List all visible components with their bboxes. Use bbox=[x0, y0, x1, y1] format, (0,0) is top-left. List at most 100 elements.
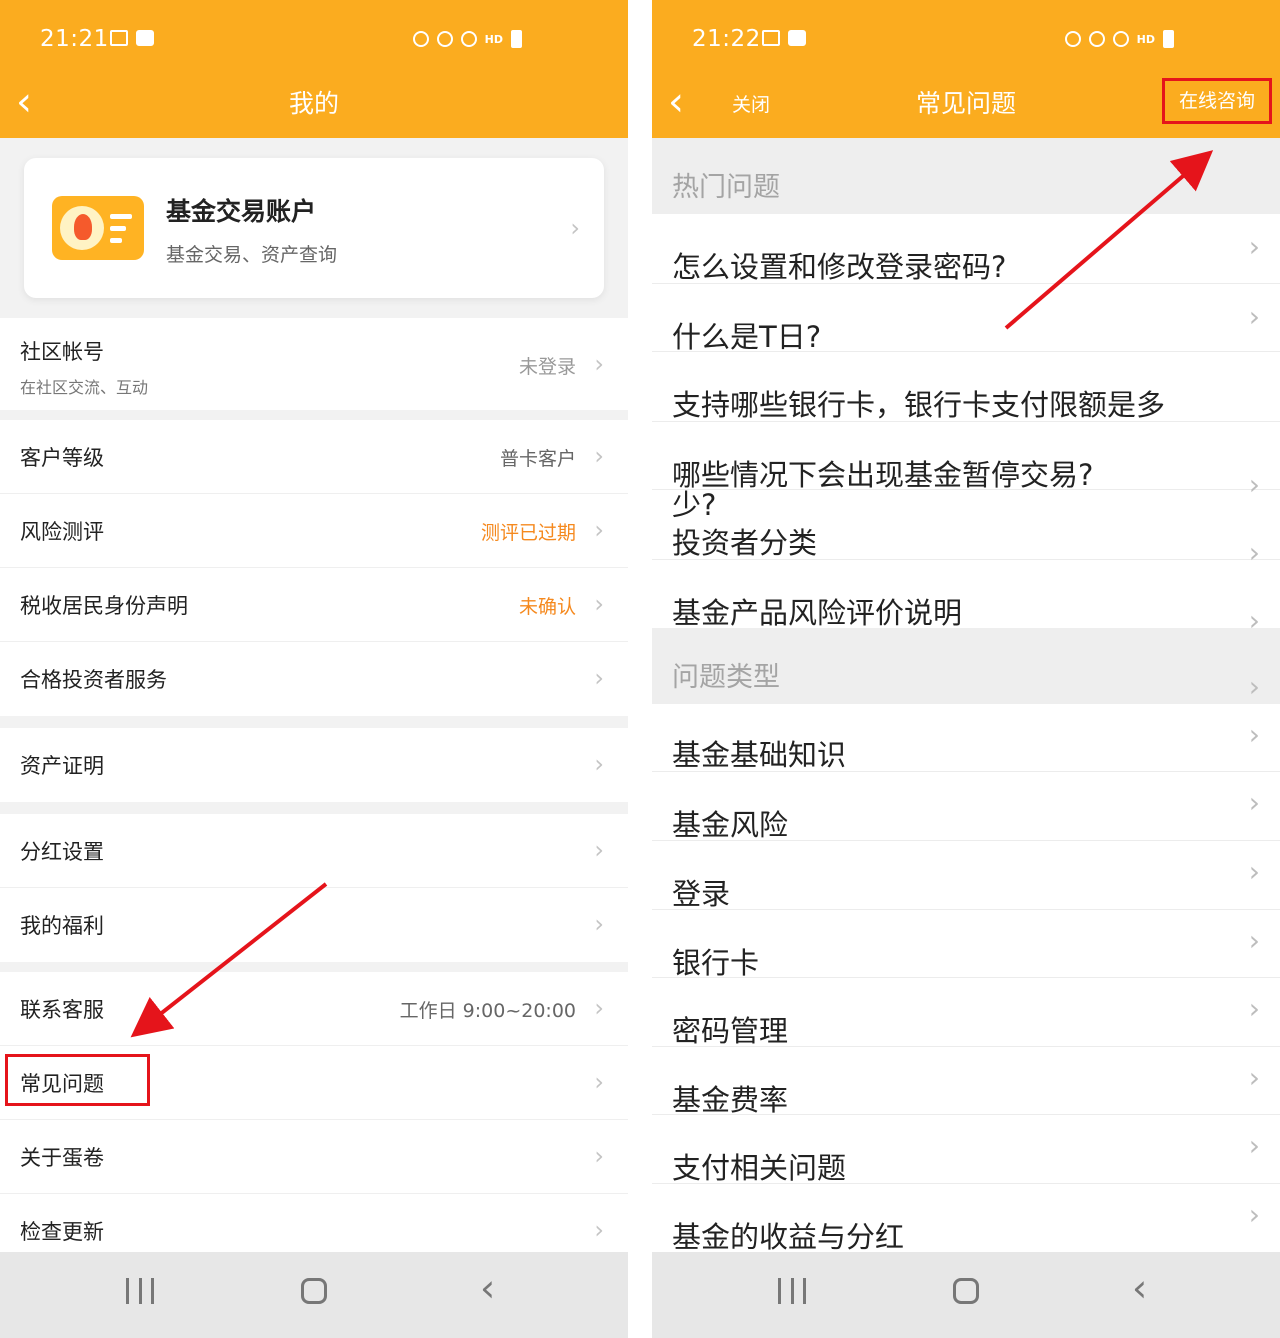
faq-item[interactable]: 怎么设置和修改登录密码? › bbox=[652, 214, 1280, 284]
home-icon[interactable] bbox=[301, 1278, 327, 1304]
faq-item[interactable]: 基金基础知识 › bbox=[652, 704, 1280, 772]
menu-value: 未确认 bbox=[518, 596, 576, 618]
chevron-right-icon: › bbox=[1248, 718, 1260, 751]
menu-row-tax-residency[interactable]: 税收居民身份声明 未确认 › bbox=[0, 568, 628, 642]
faq-item-text: 银行卡 bbox=[672, 946, 760, 980]
recents-icon[interactable] bbox=[126, 1278, 154, 1308]
menu-row-qualified-investor[interactable]: 合格投资者服务 › bbox=[0, 642, 628, 716]
faq-item[interactable]: 密码管理 › bbox=[652, 978, 1280, 1048]
fund-account-logo-icon bbox=[52, 196, 144, 260]
asset-group: 资产证明 › bbox=[0, 728, 628, 802]
recents-icon[interactable] bbox=[778, 1278, 806, 1308]
faq-item[interactable]: 基金的收益与分红 › bbox=[652, 1184, 1280, 1252]
chevron-right-icon: › bbox=[594, 994, 604, 1022]
nav-bar: ‹ 我的 bbox=[0, 70, 628, 136]
section-header-hot: 热门问题 bbox=[652, 138, 1280, 214]
menu-label: 检查更新 bbox=[20, 1220, 104, 1244]
top-bar: 21:22 HD ‹ 关闭 常见问题 在线咨询 bbox=[652, 0, 1280, 138]
mute-icon bbox=[1088, 31, 1105, 47]
faq-item-text: 支付相关问题 bbox=[672, 1151, 847, 1185]
dividend-group: 分红设置 › 我的福利 › bbox=[0, 814, 628, 962]
menu-label: 分红设置 bbox=[20, 840, 104, 864]
my-page-screen: 21:21 HD ‹ 我的 基金交易账户 基金交易、资产查询 › 社区帐号 在社… bbox=[0, 0, 628, 1338]
faq-item[interactable]: 投资者分类 › bbox=[652, 490, 1280, 569]
faq-item-text: 怎么设置和修改登录密码? bbox=[672, 250, 1007, 284]
chevron-right-icon: › bbox=[1248, 1129, 1260, 1162]
faq-highlight-box bbox=[5, 1054, 150, 1106]
chevron-right-icon: › bbox=[594, 750, 604, 778]
back-icon[interactable]: ‹ bbox=[1132, 1266, 1147, 1310]
faq-item[interactable]: 支持哪些银行卡，银行卡支付限额是多 bbox=[652, 352, 1280, 422]
fund-account-card[interactable]: 基金交易账户 基金交易、资产查询 › bbox=[24, 158, 604, 298]
alarm-icon bbox=[412, 31, 429, 47]
faq-item-text: 基金产品风险评价说明 bbox=[672, 596, 963, 630]
account-settings-group: 客户等级 普卡客户 › 风险测评 测评已过期 › 税收居民身份声明 未确认 › … bbox=[0, 420, 628, 716]
status-bar: 21:22 HD bbox=[652, 22, 1280, 62]
chevron-right-icon: › bbox=[594, 590, 604, 618]
chevron-right-icon: › bbox=[1248, 786, 1260, 819]
chevron-right-icon: › bbox=[594, 350, 604, 378]
chevron-right-icon: › bbox=[1248, 300, 1260, 333]
menu-row-my-benefits[interactable]: 我的福利 › bbox=[0, 888, 628, 962]
system-nav-bar: ‹ bbox=[652, 1252, 1280, 1338]
card-title: 基金交易账户 bbox=[166, 197, 317, 226]
gallery-icon bbox=[762, 30, 780, 46]
home-icon[interactable] bbox=[953, 1278, 979, 1304]
menu-row-customer-level[interactable]: 客户等级 普卡客户 › bbox=[0, 420, 628, 494]
chevron-right-icon: › bbox=[1248, 670, 1260, 703]
battery-icon bbox=[511, 30, 522, 48]
menu-label: 客户等级 bbox=[20, 446, 104, 470]
menu-row-asset-proof[interactable]: 资产证明 › bbox=[0, 728, 628, 802]
menu-label: 合格投资者服务 bbox=[20, 668, 167, 692]
faq-item[interactable]: 登录 › bbox=[652, 841, 1280, 911]
faq-item-text: 什么是T日? bbox=[672, 320, 822, 354]
section-header-types: 问题类型 bbox=[652, 628, 1280, 704]
faq-item[interactable]: 基金风险 › bbox=[652, 772, 1280, 842]
wifi-icon bbox=[1112, 31, 1129, 47]
message-icon bbox=[136, 30, 154, 46]
chevron-right-icon: › bbox=[594, 1216, 604, 1244]
faq-item-text: 密码管理 bbox=[672, 1014, 789, 1048]
alarm-icon bbox=[1064, 31, 1081, 47]
menu-row-about[interactable]: 关于蛋卷 › bbox=[0, 1120, 628, 1194]
faq-item[interactable]: 银行卡 › bbox=[652, 910, 1280, 980]
faq-item[interactable]: 基金费率 › bbox=[652, 1047, 1280, 1117]
chevron-right-icon: › bbox=[1248, 924, 1260, 957]
battery-icon bbox=[1163, 30, 1174, 48]
menu-row-community[interactable]: 社区帐号 在社区交流、互动 未登录 › bbox=[0, 318, 628, 410]
faq-item-text: 登录 bbox=[672, 877, 731, 911]
status-time: 21:21 bbox=[40, 26, 109, 52]
menu-row-risk-assessment[interactable]: 风险测评 测评已过期 › bbox=[0, 494, 628, 568]
faq-item-text: 基金基础知识 bbox=[672, 738, 847, 772]
faq-list: 热门问题 怎么设置和修改登录密码? › 什么是T日? › 支持哪些银行卡，银行卡… bbox=[652, 138, 1280, 1252]
nav-bar: ‹ 关闭 常见问题 在线咨询 bbox=[652, 70, 1280, 136]
hd-signal-icon: HD bbox=[484, 32, 503, 46]
top-bar: 21:21 HD ‹ 我的 bbox=[0, 0, 628, 138]
faq-item-text: 基金费率 bbox=[672, 1083, 789, 1117]
chevron-right-icon: › bbox=[594, 442, 604, 470]
chevron-right-icon: › bbox=[594, 836, 604, 864]
chevron-right-icon: › bbox=[1248, 992, 1260, 1025]
faq-item[interactable]: 支付相关问题 › bbox=[652, 1115, 1280, 1185]
menu-label: 风险测评 bbox=[20, 520, 104, 544]
card-subtitle: 基金交易、资产查询 bbox=[166, 244, 338, 266]
chevron-right-icon: › bbox=[570, 214, 580, 242]
menu-label: 我的福利 bbox=[20, 914, 104, 938]
back-icon[interactable]: ‹ bbox=[480, 1266, 495, 1310]
menu-label: 关于蛋卷 bbox=[20, 1146, 104, 1170]
community-group: 社区帐号 在社区交流、互动 未登录 › bbox=[0, 318, 628, 410]
online-consult-button[interactable]: 在线咨询 bbox=[1162, 78, 1272, 124]
menu-row-contact-support[interactable]: 联系客服 工作日 9:00~20:00 › bbox=[0, 972, 628, 1046]
menu-value: 测评已过期 bbox=[480, 522, 576, 544]
chevron-right-icon: › bbox=[594, 516, 604, 544]
status-bar: 21:21 HD bbox=[0, 22, 628, 62]
menu-label: 联系客服 bbox=[20, 998, 104, 1022]
faq-item[interactable]: 哪些情况下会出现基金暂停交易? › bbox=[652, 422, 1280, 501]
chevron-right-icon: › bbox=[594, 1068, 604, 1096]
faq-item-text: 基金风险 bbox=[672, 808, 789, 842]
faq-item[interactable]: 什么是T日? › bbox=[652, 284, 1280, 354]
wifi-icon bbox=[460, 31, 477, 47]
menu-row-dividend-settings[interactable]: 分红设置 › bbox=[0, 814, 628, 888]
faq-item[interactable]: 基金产品风险评价说明 › bbox=[652, 560, 1280, 637]
menu-label: 税收居民身份声明 bbox=[20, 594, 188, 618]
